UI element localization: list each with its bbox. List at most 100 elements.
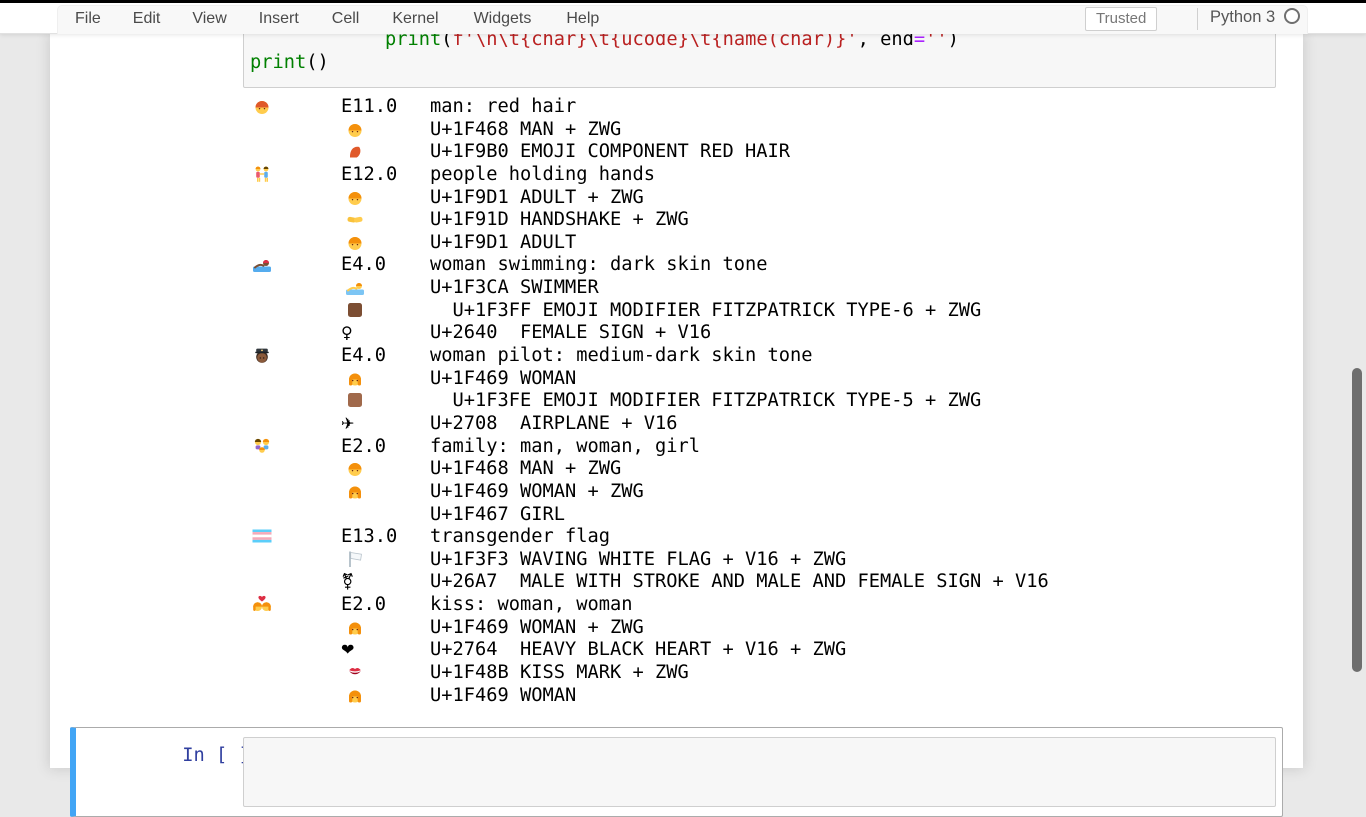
codepoint-text: U+2764 HEAVY BLACK HEART + V16 + ZWG: [430, 639, 846, 662]
emoji-group-row: E11.0 man: red hair: [250, 96, 1250, 119]
kernel-divider: [1197, 8, 1198, 30]
woman-icon: [345, 481, 367, 502]
emoji-component-row: ❤ U+2764 HEAVY BLACK HEART + V16 + ZWG: [250, 639, 1250, 662]
output-area: E11.0man: red hair U+1F468 MAN + ZWGU+1F…: [250, 96, 1250, 707]
codepoint-text: U+1F3CA SWIMMER: [430, 277, 599, 300]
people-holding-hands-icon: [252, 164, 274, 185]
codepoint-text: U+1F467 GIRL: [430, 504, 565, 527]
code-cell-editor[interactable]: print(f'\n\t{char}\t{ucode}\t{name(char)…: [243, 26, 1276, 88]
menubar: FileEditViewInsertCellKernelWidgetsHelp: [57, 3, 615, 34]
kernel-idle-circle-icon: [1284, 8, 1300, 24]
menu-item-help[interactable]: Help: [550, 3, 615, 34]
skin-type6-icon: [345, 300, 367, 321]
emoji-component-row: U+1F9D1 ADULT: [250, 232, 1250, 255]
menu-item-cell[interactable]: Cell: [315, 3, 377, 34]
handshake-icon: [345, 209, 367, 230]
menu-item-kernel[interactable]: Kernel: [376, 3, 454, 34]
woman-icon: [345, 368, 367, 389]
man-icon: [345, 458, 367, 479]
codepoint-text: U+1F9D1 ADULT: [430, 232, 576, 255]
emoji-name: woman swimming: dark skin tone: [430, 254, 768, 277]
emoji-version: E12.0: [341, 164, 397, 187]
red-hair-icon: [345, 141, 367, 162]
kiss-mark-icon: [345, 662, 367, 683]
swimmer-icon: [345, 277, 367, 298]
emoji-component-row: U+1F9B0 EMOJI COMPONENT RED HAIR: [250, 141, 1250, 164]
empty-cell-editor[interactable]: [243, 737, 1276, 807]
man-red-hair-icon: [252, 96, 274, 117]
emoji-component-row: U+1F468 MAN + ZWG: [250, 458, 1250, 481]
codepoint-text: U+1F3FF EMOJI MODIFIER FITZPATRICK TYPE-…: [453, 300, 982, 323]
emoji-name: kiss: woman, woman: [430, 594, 633, 617]
emoji-group-row: E4.0 woman pilot: medium-dark skin tone: [250, 345, 1250, 368]
menu-item-widgets[interactable]: Widgets: [455, 3, 551, 34]
emoji-name: people holding hands: [430, 164, 655, 187]
codepoint-text: U+1F3FE EMOJI MODIFIER FITZPATRICK TYPE-…: [453, 390, 982, 413]
emoji-component-row: U+1F91D HANDSHAKE + ZWG: [250, 209, 1250, 232]
codepoint-text: U+1F469 WOMAN: [430, 368, 576, 391]
codepoint-text: U+1F48B KISS MARK + ZWG: [430, 662, 689, 685]
emoji-component-row: U+1F467 GIRL: [250, 504, 1250, 527]
emoji-component-row: ♀ U+2640 FEMALE SIGN + V16: [250, 322, 1250, 345]
transgender-flag-icon: [252, 526, 274, 547]
adult-icon: [345, 187, 367, 208]
woman-icon: [345, 617, 367, 638]
emoji-component-row: U+1F3F3 WAVING WHITE FLAG + V16 + ZWG: [250, 549, 1250, 572]
emoji-component-row: U+1F3FE EMOJI MODIFIER FITZPATRICK TYPE-…: [250, 390, 1250, 413]
code-line-2: print(): [250, 52, 959, 75]
emoji-component-row: ⚧U+26A7 MALE WITH STROKE AND MALE AND FE…: [250, 571, 1250, 594]
emoji-version: E13.0: [341, 526, 397, 549]
kiss-icon: [252, 594, 274, 615]
emoji-component-row: U+1F469 WOMAN: [250, 368, 1250, 391]
emoji-component-row: U+1F9D1 ADULT + ZWG: [250, 187, 1250, 210]
emoji-component-row: ✈ U+2708 AIRPLANE + V16: [250, 413, 1250, 436]
codepoint-text: U+1F469 WOMAN + ZWG: [430, 617, 644, 640]
menu-item-view[interactable]: View: [176, 3, 242, 34]
man-icon: [345, 119, 367, 140]
emoji-version: E4.0: [341, 345, 386, 368]
codepoint-text: U+1F9D1 ADULT + ZWG: [430, 187, 644, 210]
codepoint-text: U+1F469 WOMAN + ZWG: [430, 481, 644, 504]
emoji-name: man: red hair: [430, 96, 576, 119]
emoji-version: E4.0: [341, 254, 386, 277]
emoji-component-row: U+1F48B KISS MARK + ZWG: [250, 662, 1250, 685]
kernel-name: Python 3: [1210, 8, 1275, 27]
code-text: print(f'\n\t{char}\t{ucode}\t{name(char)…: [250, 29, 959, 74]
codepoint-text: U+2708 AIRPLANE + V16: [430, 413, 678, 436]
emoji-group-row: E2.0 kiss: woman, woman: [250, 594, 1250, 617]
codepoint-text: U+1F91D HANDSHAKE + ZWG: [430, 209, 689, 232]
trusted-badge[interactable]: Trusted: [1085, 7, 1157, 31]
emoji-version: E2.0: [341, 436, 386, 459]
female-sign-icon: ♀: [341, 322, 353, 345]
family-icon: [252, 436, 274, 457]
airplane-icon: ✈: [341, 413, 354, 436]
woman-swimming-dark-icon: [252, 254, 274, 275]
skin-type5-icon: [345, 390, 367, 411]
menu-item-edit[interactable]: Edit: [117, 3, 177, 34]
emoji-component-row: U+1F3CA SWIMMER: [250, 277, 1250, 300]
emoji-component-row: U+1F469 WOMAN: [250, 685, 1250, 708]
codepoint-text: U+1F3F3 WAVING WHITE FLAG + V16 + ZWG: [430, 549, 846, 572]
heart-icon: ❤: [341, 639, 354, 662]
emoji-version: E11.0: [341, 96, 397, 119]
vertical-scrollbar-thumb[interactable]: [1352, 368, 1362, 672]
emoji-version: E2.0: [341, 594, 386, 617]
menu-item-insert[interactable]: Insert: [243, 3, 315, 34]
window-top-edge: [0, 0, 1366, 3]
woman-pilot-dark-icon: [252, 345, 274, 366]
notebook-header: FileEditViewInsertCellKernelWidgetsHelp …: [0, 3, 1366, 34]
codepoint-text: U+1F469 WOMAN: [430, 685, 576, 708]
emoji-name: woman pilot: medium-dark skin tone: [430, 345, 813, 368]
codepoint-text: U+1F468 MAN + ZWG: [430, 119, 621, 142]
input-prompt: In [ ]:: [76, 745, 261, 768]
menu-item-file[interactable]: File: [59, 3, 117, 34]
emoji-group-row: E2.0 family: man, woman, girl: [250, 436, 1250, 459]
emoji-name: family: man, woman, girl: [430, 436, 700, 459]
emoji-group-row: E13.0 transgender flag: [250, 526, 1250, 549]
emoji-group-row: E4.0 woman swimming: dark skin tone: [250, 254, 1250, 277]
emoji-group-row: E12.0 people holding hands: [250, 164, 1250, 187]
emoji-name: transgender flag: [430, 526, 610, 549]
emoji-component-row: U+1F3FF EMOJI MODIFIER FITZPATRICK TYPE-…: [250, 300, 1250, 323]
codepoint-text: U+2640 FEMALE SIGN + V16: [430, 322, 711, 345]
selected-empty-cell[interactable]: In [ ]:: [70, 727, 1283, 817]
